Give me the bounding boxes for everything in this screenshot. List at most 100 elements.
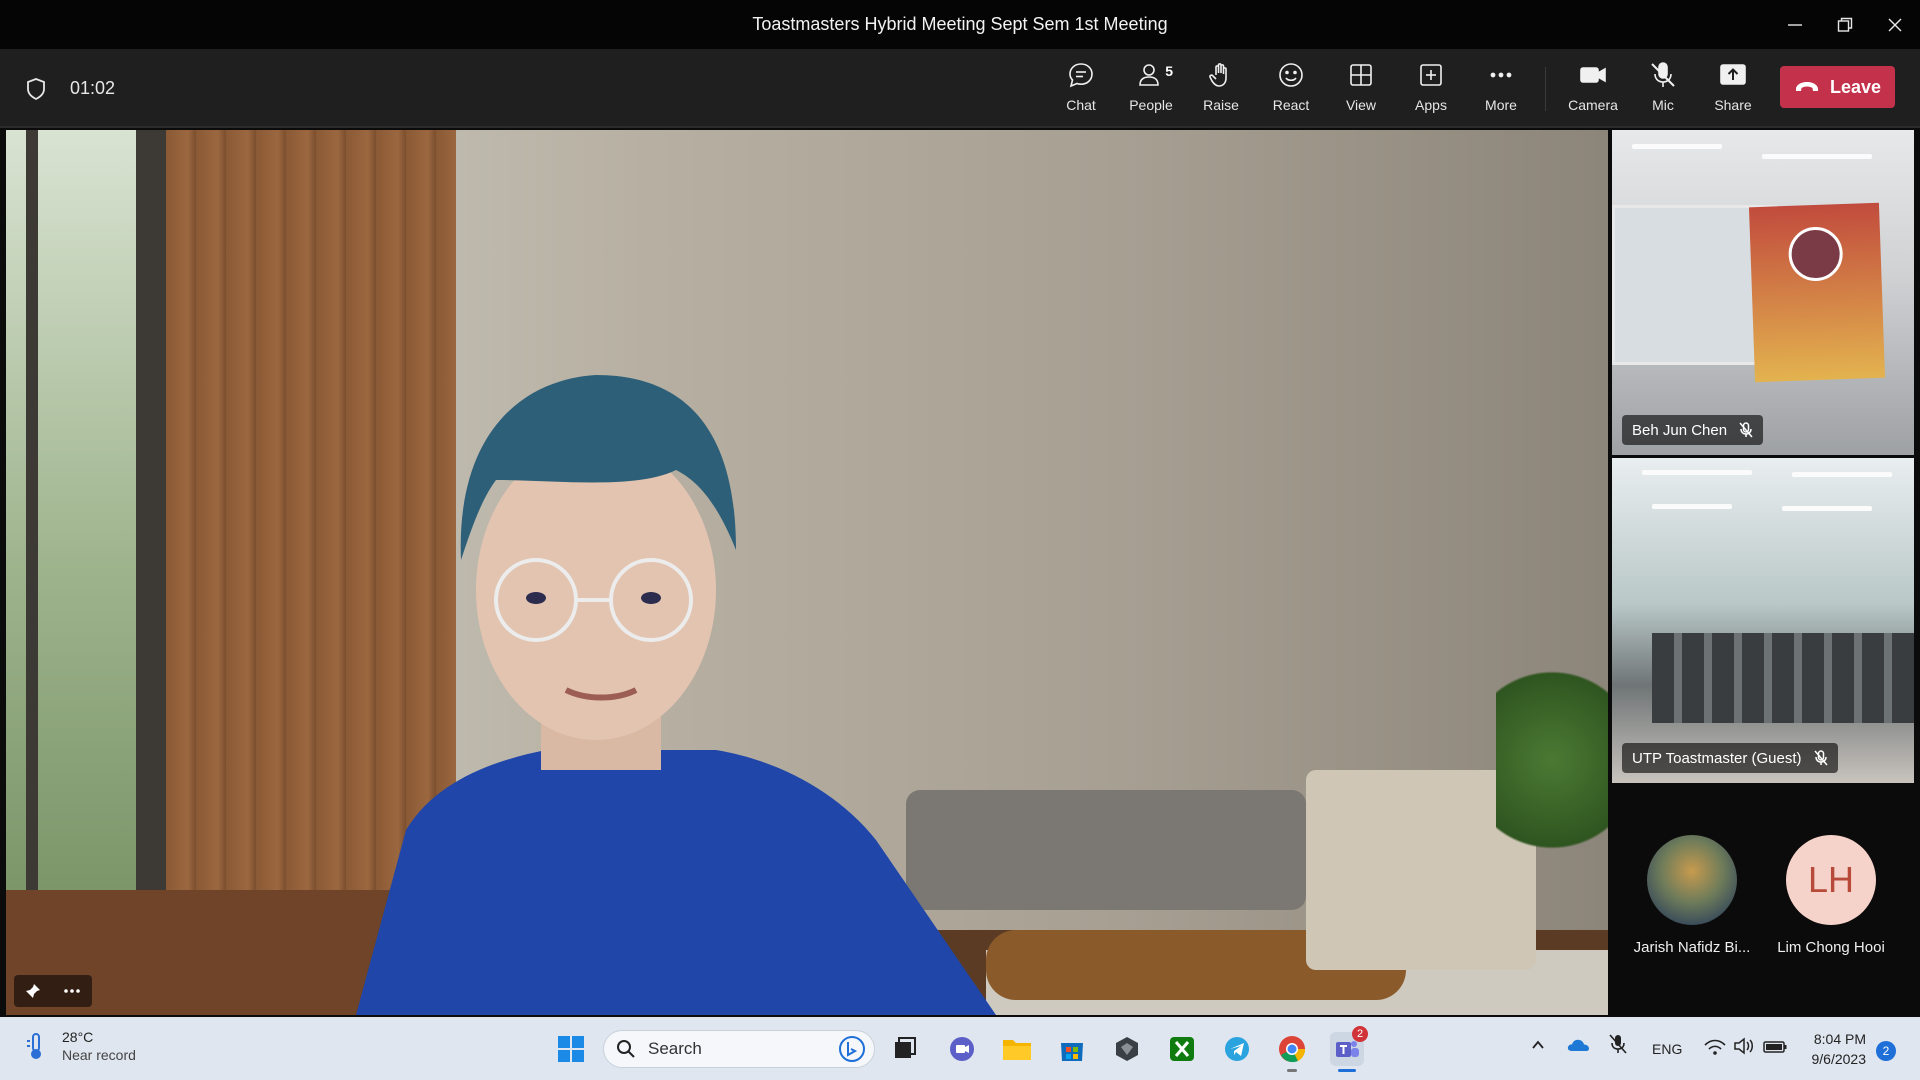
more-options-icon[interactable]	[63, 988, 81, 994]
chat-button[interactable]: Chat	[1048, 59, 1114, 119]
microsoft-store-button[interactable]	[1055, 1032, 1089, 1066]
telegram-icon	[1225, 1037, 1249, 1061]
raise-hand-button[interactable]: Raise	[1188, 59, 1254, 119]
pin-icon[interactable]	[25, 983, 41, 999]
task-view-button[interactable]	[888, 1032, 922, 1066]
participant-nametag: Beh Jun Chen	[1622, 415, 1764, 445]
search-placeholder: Search	[648, 1039, 702, 1058]
participant-nametag: UTP Toastmaster (Guest)	[1622, 743, 1838, 773]
participant-tile[interactable]: Beh Jun Chen	[1612, 130, 1914, 455]
raise-label: Raise	[1203, 97, 1239, 113]
grid-view-icon	[1350, 64, 1372, 86]
participant-tile[interactable]: UTP Toastmaster (Guest)	[1612, 458, 1914, 783]
participant-avatar-item[interactable]: Jarish Nafidz Bi...	[1617, 835, 1767, 956]
teams-notification-badge: 2	[1352, 1026, 1368, 1042]
share-screen-icon	[1720, 64, 1746, 85]
smile-icon	[1279, 63, 1303, 87]
participant-name: Beh Jun Chen	[1632, 421, 1728, 439]
mic-label: Mic	[1652, 97, 1674, 113]
mic-muted-tray-button[interactable]	[1608, 1033, 1628, 1058]
share-button[interactable]: Share	[1700, 59, 1766, 119]
people-icon	[1139, 64, 1159, 86]
title-bar: Toastmasters Hybrid Meeting Sept Sem 1st…	[0, 0, 1920, 49]
main-video-stage[interactable]	[6, 130, 1608, 1015]
show-hidden-icons-button[interactable]	[1530, 1037, 1546, 1056]
camera-button[interactable]: Camera	[1560, 59, 1626, 119]
participant-name: Jarish Nafidz Bi...	[1633, 939, 1751, 956]
meet-now-button[interactable]	[945, 1032, 979, 1066]
toastmasters-logo	[1787, 226, 1844, 282]
react-label: React	[1272, 97, 1310, 113]
mic-muted-icon	[1651, 62, 1675, 87]
active-indicator	[1338, 1069, 1356, 1072]
minimize-button[interactable]	[1770, 0, 1820, 49]
participant-name: UTP Toastmaster (Guest)	[1632, 749, 1802, 767]
ceiling-light	[1642, 470, 1752, 475]
close-button[interactable]	[1870, 0, 1920, 49]
windows-start-button[interactable]	[554, 1032, 588, 1066]
obs-button[interactable]	[1110, 1032, 1144, 1066]
leave-label: Leave	[1829, 76, 1882, 97]
thermometer-icon	[27, 1033, 41, 1059]
telegram-button[interactable]	[1220, 1032, 1254, 1066]
classroom-seats	[1652, 633, 1914, 723]
mic-muted-icon	[1609, 1034, 1627, 1054]
ceiling-light	[1762, 154, 1872, 159]
apps-label: Apps	[1415, 97, 1447, 113]
task-view-icon	[895, 1037, 916, 1058]
window-frame	[136, 130, 166, 1015]
view-label: View	[1345, 97, 1377, 113]
input-language[interactable]: ENG	[1652, 1041, 1682, 1057]
obs-icon	[1116, 1037, 1138, 1061]
taskbar-search[interactable]: Search	[603, 1030, 875, 1068]
running-indicator	[1287, 1069, 1297, 1072]
bing-icon[interactable]	[838, 1035, 866, 1063]
weather-widget[interactable]: 28°C Near record	[24, 1029, 136, 1063]
teams-button[interactable]: 2	[1330, 1026, 1368, 1072]
xbox-icon	[1170, 1037, 1194, 1061]
chrome-button[interactable]	[1275, 1032, 1309, 1072]
video-options-bar[interactable]	[14, 975, 92, 1007]
file-explorer-button[interactable]	[1000, 1032, 1034, 1066]
mic-muted-icon	[1739, 422, 1753, 438]
onedrive-button[interactable]	[1566, 1035, 1590, 1056]
react-button[interactable]: React	[1258, 59, 1324, 119]
system-status-icons	[1704, 1037, 1787, 1055]
ceiling-light	[1632, 144, 1722, 149]
ceiling-light	[1792, 472, 1892, 477]
apps-button[interactable]: Apps	[1398, 59, 1464, 119]
mic-muted-icon	[1813, 750, 1828, 766]
more-icon	[1490, 72, 1512, 78]
leave-button[interactable]: Leave	[1780, 66, 1895, 108]
window-title: Toastmasters Hybrid Meeting Sept Sem 1st…	[752, 14, 1168, 34]
file-explorer-icon	[1003, 1040, 1031, 1060]
teams-meeting-window: Toastmasters Hybrid Meeting Sept Sem 1st…	[0, 0, 1920, 1080]
avatar-initials: LH	[1807, 859, 1855, 900]
people-button[interactable]: 5 People	[1118, 59, 1184, 119]
notification-center-badge[interactable]: 2	[1876, 1041, 1896, 1061]
more-label: More	[1485, 97, 1517, 113]
meeting-toolbar: 01:02 Chat 5 People Raise React View App…	[0, 49, 1920, 128]
people-count: 5	[1165, 63, 1173, 79]
shield-icon[interactable]	[22, 75, 50, 103]
more-button[interactable]: More	[1468, 59, 1534, 119]
add-app-icon	[1420, 64, 1442, 86]
network-volume-battery[interactable]	[1702, 1035, 1792, 1060]
windows-taskbar: 28°C Near record Search 2 ENG 8:04 PM 9/…	[0, 1017, 1920, 1080]
search-icon	[617, 1040, 635, 1058]
windows-start-icon	[558, 1036, 584, 1062]
restore-button[interactable]	[1820, 0, 1870, 49]
chrome-icon	[1279, 1036, 1306, 1063]
speaker-video	[356, 375, 996, 1015]
clock-time: 8:04 PM	[1813, 1031, 1866, 1047]
taskbar-clock[interactable]: 8:04 PM 9/6/2023	[1796, 1029, 1867, 1069]
xbox-button[interactable]	[1165, 1032, 1199, 1066]
mic-button[interactable]: Mic	[1630, 59, 1696, 119]
participant-avatar-item[interactable]: LH Lim Chong Hooi	[1756, 835, 1906, 956]
window-frame	[26, 130, 38, 1015]
camera-icon	[1580, 67, 1606, 83]
meet-now-icon	[950, 1037, 974, 1061]
view-button[interactable]: View	[1328, 59, 1394, 119]
ceiling-light	[1782, 506, 1872, 511]
close-icon	[1888, 18, 1902, 31]
